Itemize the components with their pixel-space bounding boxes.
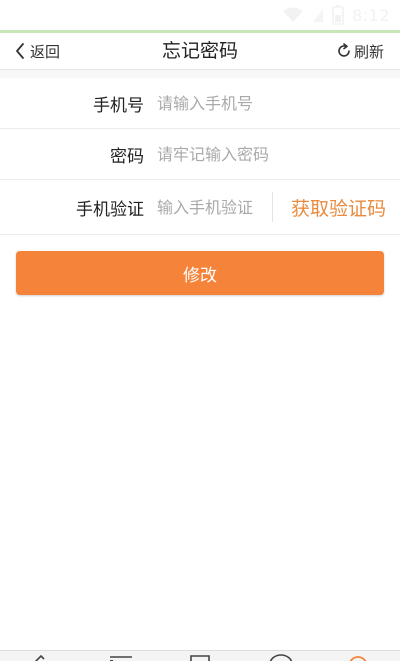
verify-label: 手机验证 xyxy=(76,199,144,220)
status-icons: 8:12 xyxy=(282,4,390,26)
status-bar: 8:12 xyxy=(0,0,400,30)
refresh-button[interactable]: 刷新 xyxy=(336,33,384,69)
submit-button[interactable]: 修改 xyxy=(16,251,384,295)
phone-label: 手机号 xyxy=(93,95,144,116)
verify-divider xyxy=(272,192,273,222)
wifi-icon xyxy=(283,7,304,22)
back-label: 返回 xyxy=(30,42,61,61)
refresh-icon xyxy=(338,43,350,57)
status-time: 8:12 xyxy=(352,5,390,25)
password-label: 密码 xyxy=(110,146,144,167)
list-icon[interactable] xyxy=(108,654,134,661)
battery-icon xyxy=(332,5,344,25)
circle-icon[interactable] xyxy=(268,654,294,661)
bottom-tab-bar xyxy=(0,650,400,661)
signal-icon xyxy=(313,9,324,22)
password-input[interactable] xyxy=(157,129,387,179)
password-form: 手机号 密码 手机验证 获取验证码 xyxy=(0,78,400,235)
refresh-label: 刷新 xyxy=(353,42,384,61)
verify-code-input[interactable] xyxy=(157,180,269,234)
chevron-left-icon xyxy=(16,43,24,59)
section-gap xyxy=(0,70,400,78)
edit-icon[interactable] xyxy=(30,654,52,661)
back-button[interactable]: 返回 xyxy=(14,33,60,69)
get-code-button[interactable]: 获取验证码 xyxy=(291,180,386,234)
verify-row: 手机验证 获取验证码 xyxy=(0,180,400,235)
forgot-password-screen: 8:12 返回 忘记密码 刷新 手机号 密码 手机验 xyxy=(0,0,400,661)
nav-bar: 返回 忘记密码 刷新 xyxy=(0,33,400,70)
password-row: 密码 xyxy=(0,129,400,180)
document-icon[interactable] xyxy=(188,654,212,661)
user-icon[interactable] xyxy=(346,654,370,661)
phone-input[interactable] xyxy=(157,78,387,128)
phone-row: 手机号 xyxy=(0,78,400,129)
